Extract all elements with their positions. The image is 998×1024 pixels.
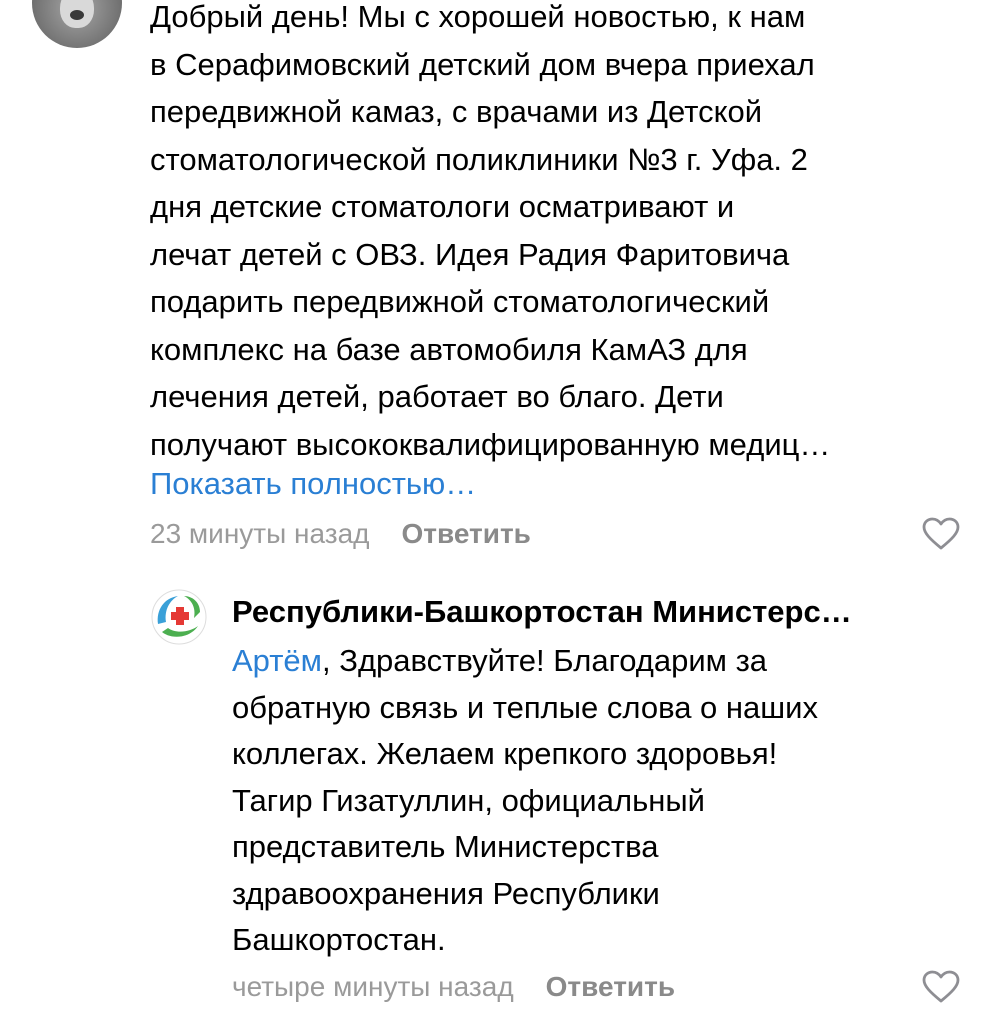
reply-author-name[interactable]: Республики-Башкортостан Министерс… xyxy=(232,590,972,634)
avatar-photo xyxy=(60,0,94,28)
commenter-avatar[interactable] xyxy=(32,0,122,48)
comment-body: Добрый день! Мы с хорошей новостью, к на… xyxy=(150,0,831,462)
user-mention[interactable]: Артём xyxy=(232,643,322,678)
reply-reply-button[interactable]: Ответить xyxy=(546,967,675,1007)
reply-timestamp: четыре минуты назад xyxy=(232,971,514,1002)
reply-body: Артём, Здравствуйте! Благодарим за обрат… xyxy=(232,638,952,964)
reply-body-text: , Здравствуйте! Благодарим за обратную с… xyxy=(232,643,818,957)
reply-meta: четыре минуты назад Ответить xyxy=(232,967,675,1007)
comment-meta: 23 минуты назад Ответить xyxy=(150,514,531,554)
heart-outline-icon[interactable] xyxy=(922,970,960,1004)
reply-button[interactable]: Ответить xyxy=(401,514,530,554)
show-full-link[interactable]: Показать полностью… xyxy=(150,460,476,507)
comments-thread: Добрый день! Мы с хорошей новостью, к на… xyxy=(0,0,998,1024)
heart-outline-icon[interactable] xyxy=(922,517,960,551)
comment-timestamp: 23 минуты назад xyxy=(150,518,370,549)
ministry-logo-icon[interactable] xyxy=(150,588,208,646)
